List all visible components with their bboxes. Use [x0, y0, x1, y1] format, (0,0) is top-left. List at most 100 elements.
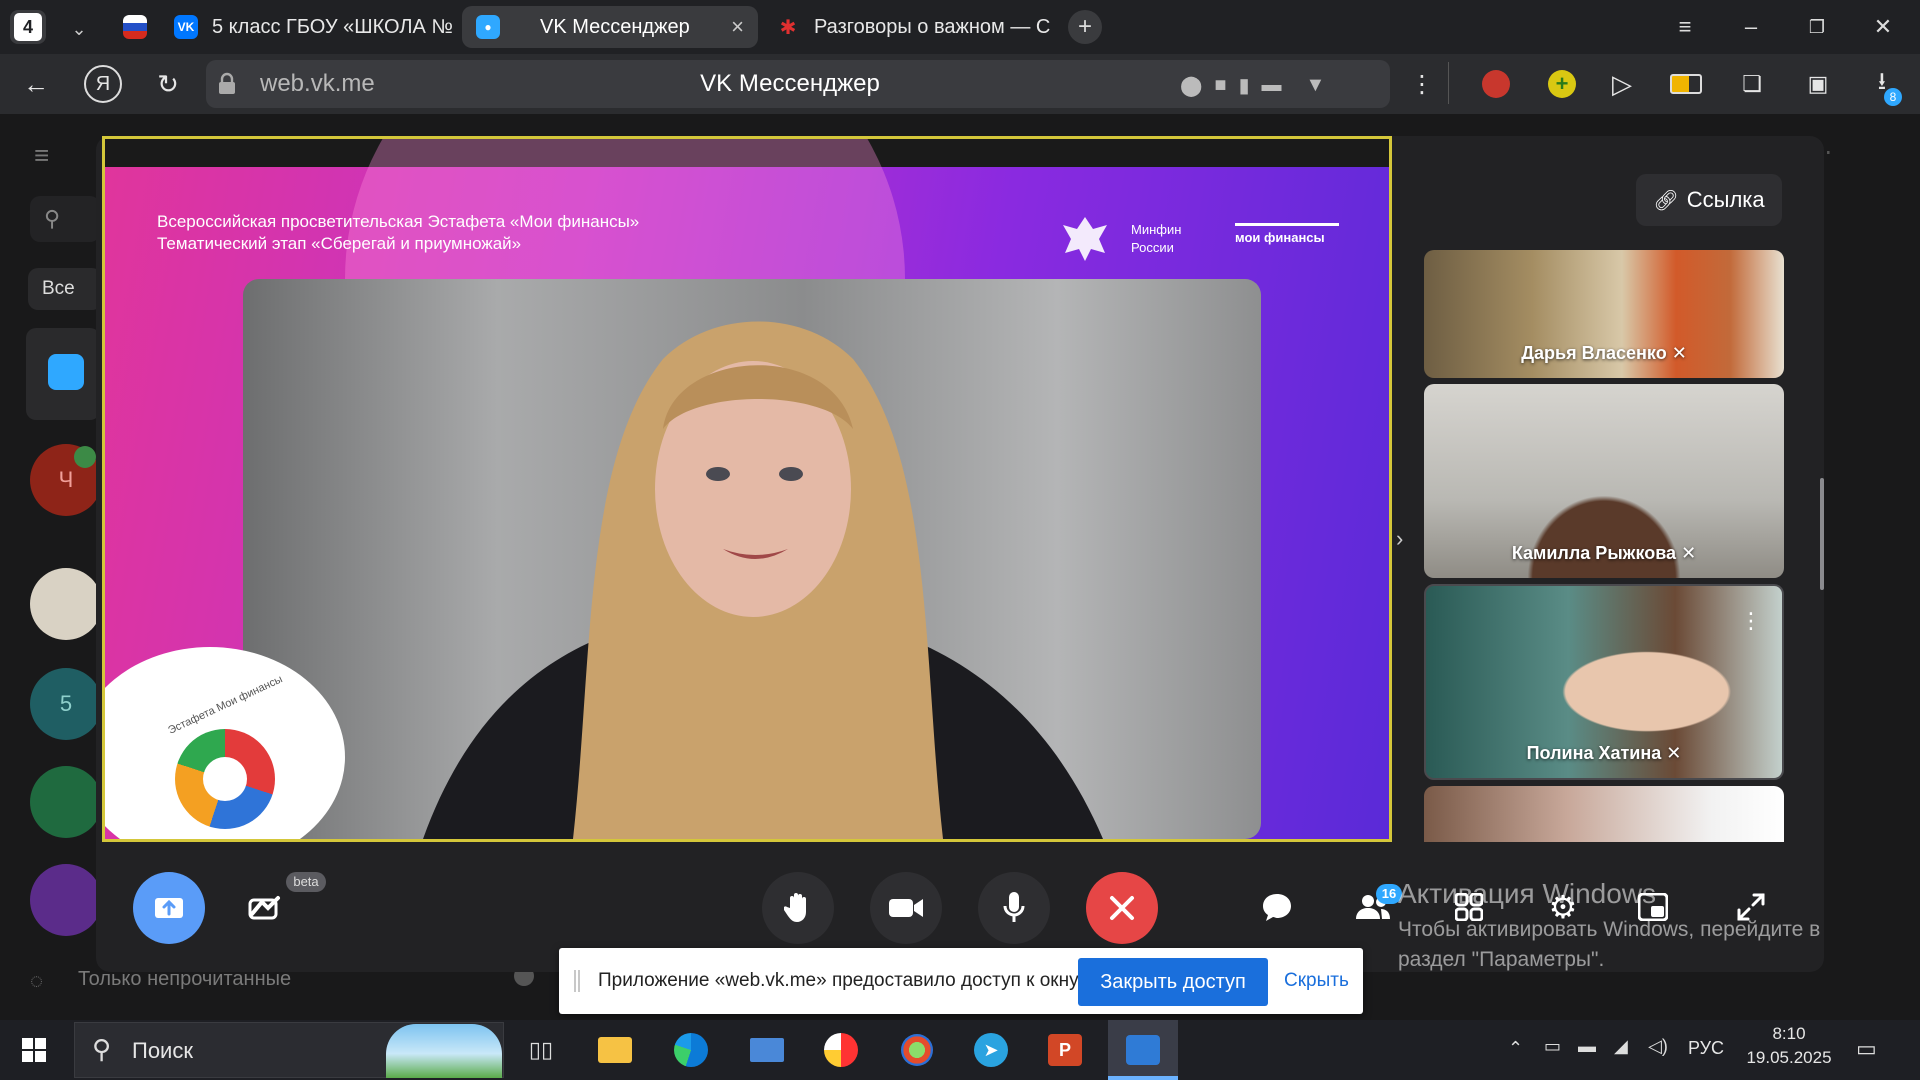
- language-indicator[interactable]: РУС: [1688, 1038, 1724, 1059]
- computer-icon[interactable]: [742, 1030, 792, 1070]
- hamburger-icon[interactable]: ≡: [34, 140, 49, 171]
- tabs-dropdown-icon[interactable]: ⌄: [64, 14, 94, 44]
- chat-permission-icon[interactable]: ▬: [1262, 74, 1282, 97]
- participants-scrollbar[interactable]: [1820, 478, 1824, 590]
- tray-expand-icon[interactable]: ⌃: [1508, 1038, 1523, 1059]
- battery-saver-icon[interactable]: [1668, 66, 1704, 102]
- orbit-app-icon[interactable]: [892, 1030, 942, 1070]
- collections-icon[interactable]: ❏: [1734, 66, 1770, 102]
- hand-icon: [784, 893, 806, 922]
- task-view-icon[interactable]: ▯▯: [516, 1030, 566, 1070]
- camera-permission-icon[interactable]: ■: [1214, 74, 1226, 97]
- chat-button[interactable]: [1248, 878, 1306, 936]
- participant-name: Камилла Рыжкова ✕: [1511, 543, 1697, 563]
- yandex-browser-icon[interactable]: [816, 1030, 866, 1070]
- edge-icon[interactable]: [666, 1030, 716, 1070]
- minimize-icon[interactable]: –: [1734, 10, 1768, 44]
- divider: [1448, 62, 1449, 104]
- share-screen-button[interactable]: [133, 872, 205, 944]
- participant-tile[interactable]: Дарья Власенко ✕: [1424, 250, 1784, 378]
- participant-tile-active[interactable]: ⋮ Полина Хатина ✕: [1424, 584, 1784, 780]
- back-icon[interactable]: ←: [18, 66, 54, 102]
- vk-icon: VK: [174, 15, 198, 39]
- extension-plus-icon[interactable]: +: [1544, 66, 1580, 102]
- bookmark-icon[interactable]: ▼: [1306, 74, 1326, 97]
- tab-count-button[interactable]: 4: [10, 10, 46, 44]
- ministry-line1: Минфин: [1131, 222, 1182, 237]
- expand-icon: [1737, 893, 1765, 921]
- file-explorer-icon[interactable]: [590, 1030, 640, 1070]
- tray-clock[interactable]: 8:10 19.05.2025: [1744, 1024, 1834, 1068]
- drag-handle[interactable]: [574, 970, 580, 992]
- end-call-button[interactable]: [1086, 872, 1158, 944]
- window-close-icon[interactable]: ✕: [1866, 10, 1900, 44]
- microphone-button[interactable]: [978, 872, 1050, 944]
- yandex-icon[interactable]: Я: [84, 65, 122, 103]
- filter-all-chip[interactable]: Все: [28, 268, 102, 310]
- copy-link-button[interactable]: 🔗︎ Ссылка: [1636, 174, 1782, 226]
- tab-vk-messenger[interactable]: ● VK Мессенджер ×: [462, 6, 758, 48]
- restore-icon[interactable]: ❐: [1800, 10, 1834, 44]
- filter-all-label: Все: [42, 278, 75, 299]
- volume-icon[interactable]: ◁): [1648, 1036, 1668, 1057]
- share-notice-text: Приложение «web.vk.me» предоставило дост…: [598, 970, 1082, 991]
- translator-icon[interactable]: ▣: [1800, 66, 1836, 102]
- search-icon: ⚲: [92, 1034, 112, 1064]
- close-tab-icon[interactable]: ×: [731, 14, 744, 40]
- muted-mic-icon: ✕: [1666, 743, 1682, 763]
- participant-tile[interactable]: Камилла Рыжкова ✕: [1424, 384, 1784, 578]
- extension-adblock-icon[interactable]: [1478, 66, 1514, 102]
- menu-icon[interactable]: ≡: [1668, 10, 1702, 44]
- tray-meet-icon[interactable]: ▭: [1544, 1036, 1561, 1057]
- participant-tile[interactable]: [1424, 786, 1784, 842]
- media-player-icon[interactable]: ▷: [1604, 66, 1640, 102]
- speaker-figure: [423, 321, 1103, 839]
- beta-badge: beta: [286, 872, 326, 892]
- raise-hand-button[interactable]: [762, 872, 834, 944]
- location-icon[interactable]: ⬤: [1180, 73, 1202, 98]
- powerpoint-icon[interactable]: P: [1040, 1030, 1090, 1070]
- avatar-calendar[interactable]: [30, 766, 102, 838]
- avatar[interactable]: 5: [30, 668, 102, 740]
- relay-logo-icon: [175, 729, 275, 829]
- eagle-emblem-icon: [1057, 209, 1113, 265]
- chat-search-box[interactable]: [30, 196, 100, 242]
- windows-start-icon[interactable]: [22, 1038, 46, 1062]
- camera-button[interactable]: [870, 872, 942, 944]
- telegram-icon[interactable]: ➤: [966, 1030, 1016, 1070]
- taskbar-search-placeholder: Поиск: [132, 1038, 193, 1063]
- participant-name: Дарья Власенко ✕: [1521, 343, 1687, 363]
- unread-icon: ◌: [30, 968, 44, 993]
- tile-more-icon[interactable]: ⋮: [1740, 608, 1762, 634]
- muted-mic-icon: ✕: [1671, 343, 1687, 363]
- stop-sharing-button[interactable]: Закрыть доступ: [1078, 958, 1268, 1006]
- tab-razgovory[interactable]: ✱ Разговоры о важном — С: [762, 6, 1054, 48]
- collapse-panel-icon[interactable]: ›: [1396, 526, 1403, 552]
- tab-school[interactable]: VK 5 класс ГБОУ «ШКОЛА №: [160, 6, 458, 48]
- search-icon: ⚲: [44, 206, 61, 231]
- battery-icon[interactable]: ▬: [1578, 1036, 1596, 1057]
- avatar-cartoon[interactable]: [30, 568, 102, 640]
- upload-icon: [155, 898, 183, 918]
- more-menu-icon[interactable]: ⋮: [1404, 66, 1440, 102]
- ministry-logo: Минфин России: [1131, 221, 1181, 257]
- media-app-icon[interactable]: [1118, 1030, 1168, 1070]
- tab-label: VK Мессенджер: [540, 15, 690, 38]
- end-call-icon: [1110, 896, 1134, 920]
- tab-pinned[interactable]: [110, 6, 160, 48]
- effects-button[interactable]: [236, 878, 294, 936]
- mic-permission-icon[interactable]: ▮: [1238, 73, 1249, 98]
- chat-item-active[interactable]: [26, 328, 100, 420]
- wifi-icon[interactable]: ◢: [1614, 1036, 1628, 1057]
- clock-date: 19.05.2025: [1746, 1048, 1832, 1067]
- brand-logo: мои финансы: [1235, 223, 1339, 245]
- avatar-map[interactable]: [30, 864, 102, 936]
- lock-icon[interactable]: [216, 72, 238, 96]
- hide-notice-link[interactable]: Скрыть: [1284, 970, 1349, 992]
- star-icon: ✱: [779, 16, 797, 39]
- reload-icon[interactable]: ↻: [150, 66, 186, 102]
- main-video[interactable]: Всероссийская просветительская Эстафета …: [102, 136, 1392, 842]
- new-tab-icon[interactable]: +: [1068, 10, 1102, 44]
- notifications-icon[interactable]: ▭: [1856, 1036, 1877, 1062]
- link-icon: 🔗︎: [1653, 189, 1679, 212]
